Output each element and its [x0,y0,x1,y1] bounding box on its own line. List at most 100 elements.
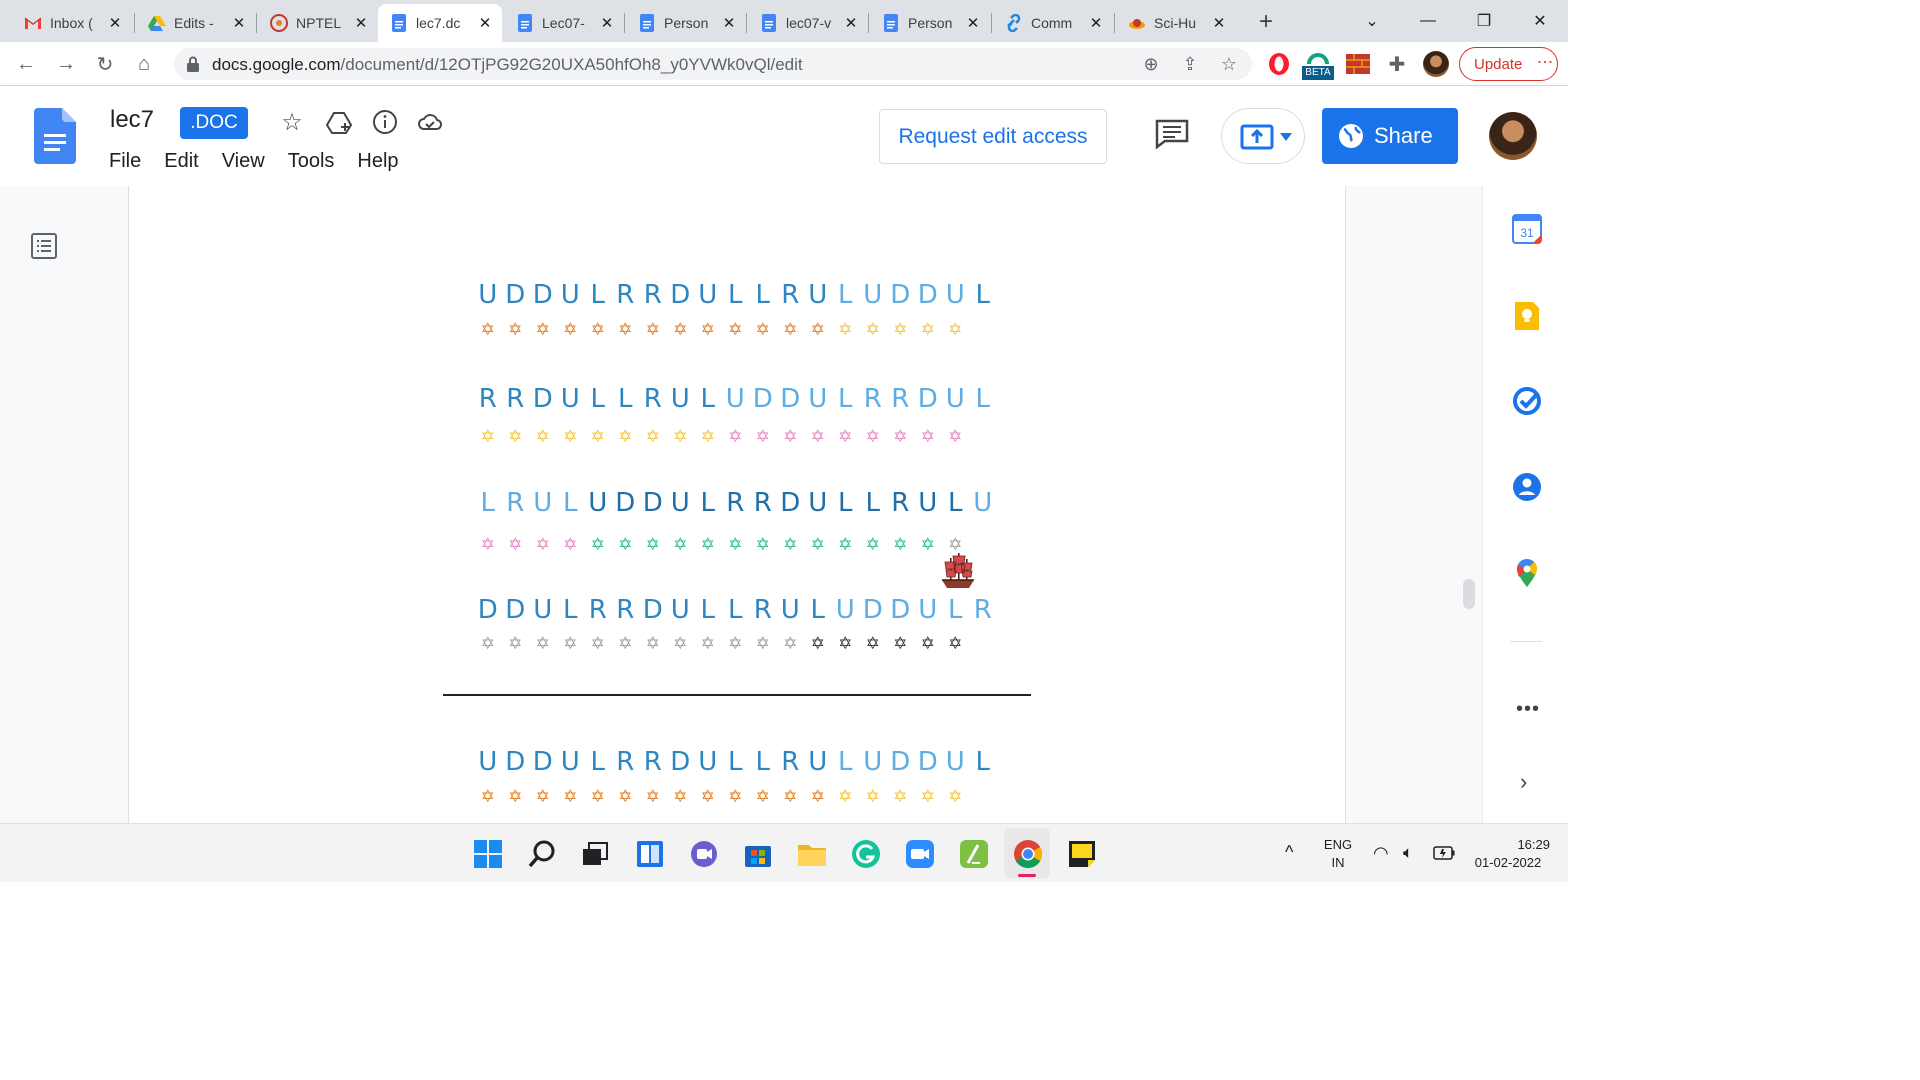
docs-header: lec7 .DOC ☆ File Edit View Tools Help Re… [0,86,1568,186]
brick-extension-icon[interactable] [1346,54,1370,74]
chrome-icon[interactable] [1013,839,1043,869]
opera-icon[interactable] [1267,52,1291,76]
request-edit-access-button[interactable]: Request edit access [879,109,1107,164]
close-tab-icon[interactable]: ✕ [1087,14,1105,32]
calendar-icon[interactable]: 31 [1512,214,1542,244]
document-outline-icon[interactable] [30,232,58,260]
close-tab-icon[interactable]: ✕ [842,14,860,32]
comments-icon[interactable] [1155,119,1189,149]
minimize-icon[interactable]: — [1400,0,1456,42]
present-button[interactable] [1221,108,1305,164]
volume-icon[interactable]: 🔈︎ [1403,843,1413,863]
browser-tab[interactable]: lec07-v ✕ [748,4,868,42]
move-to-drive-icon[interactable] [325,108,353,136]
star-of-david-icon: ✡ [783,427,798,447]
chat-icon[interactable] [689,839,719,869]
browser-tab[interactable]: Edits - ✕ [136,4,256,42]
close-tab-icon[interactable]: ✕ [352,14,370,32]
notepad-app-icon[interactable] [959,839,989,869]
close-tab-icon[interactable]: ✕ [230,14,248,32]
star-of-david-icon: ✡ [645,787,660,807]
reload-icon[interactable]: ↻ [89,48,121,80]
browser-tab[interactable]: lec7.dc ✕ [378,4,502,42]
info-icon[interactable] [371,108,399,136]
bookmark-star-icon[interactable]: ☆ [1218,53,1240,75]
account-avatar[interactable] [1489,112,1537,160]
close-tab-icon[interactable]: ✕ [106,14,124,32]
menu-tools[interactable]: Tools [288,150,335,173]
direction-letter: U [780,595,800,625]
language-indicator[interactable]: ENG IN [1318,836,1358,872]
file-explorer-icon[interactable] [797,839,827,869]
show-hidden-icons-chevron-icon[interactable]: ^ [1285,842,1293,863]
browser-tab[interactable]: NPTEL ✕ [258,4,378,42]
direction-letter-row: UDDULRRDULLRULUDDUL [474,747,1004,777]
star-of-david-icon: ✡ [838,427,853,447]
grammarly-icon[interactable] [851,839,881,869]
windows-start-icon[interactable] [473,839,503,869]
search-icon[interactable] [527,839,557,869]
star-of-david-icon: ✡ [700,634,715,654]
forward-icon[interactable]: → [50,48,82,80]
menu-view[interactable]: View [222,150,265,173]
scrollbar-thumb[interactable] [1463,579,1475,609]
task-view-icon[interactable] [580,839,610,869]
close-tab-icon[interactable]: ✕ [964,14,982,32]
cloud-saved-icon[interactable] [416,108,444,136]
document-title[interactable]: lec7 [110,106,154,134]
tab-search-icon[interactable]: ⌄ [1344,0,1400,42]
direction-letter: D [615,488,636,518]
document-workspace: U D D U L R R D U L L R U L U D D U L ✡ ✡ ✡ ✡ ✡ ✡ ✡ ✡ ✡ ✡ ✡ ✡ ✡ ✡ ✡ ✡ ✡ ✡ R R D… [0,186,1482,823]
store-icon[interactable] [743,839,773,869]
restore-icon[interactable]: ❐ [1456,0,1512,42]
docs-logo-icon[interactable] [34,108,76,164]
extensions-puzzle-icon[interactable]: ✚ [1381,48,1413,80]
keep-icon[interactable] [1512,301,1542,331]
extension-beta-icon[interactable]: BETA [1302,48,1334,82]
star-of-david-icon: ✡ [728,320,743,340]
browser-tab[interactable]: Inbox (✕ [12,4,132,42]
menu-file[interactable]: File [109,150,141,173]
browser-toolbar: ← → ↻ ⌂ docs.google.com/document/d/12OTj… [0,42,1568,86]
direction-letter: D [532,280,553,310]
tasks-icon[interactable] [1512,386,1542,416]
menu-edit[interactable]: Edit [164,150,198,173]
back-icon[interactable]: ← [10,48,42,80]
menu-help[interactable]: Help [357,150,398,173]
star-of-david-icon: ✡ [700,787,715,807]
clock[interactable]: 16:29 01-02-2022 [1466,836,1550,872]
direction-letter: U [863,280,883,310]
sticky-notes-icon[interactable] [1067,839,1097,869]
home-icon[interactable]: ⌂ [128,48,160,80]
star-icon[interactable]: ☆ [278,108,306,136]
zoom-icon[interactable] [905,839,935,869]
share-button[interactable]: Share [1322,108,1458,164]
widgets-icon[interactable] [635,839,665,869]
maps-icon[interactable] [1512,558,1542,588]
expand-panel-chevron-icon[interactable]: › [1520,769,1527,795]
close-tab-icon[interactable]: ✕ [476,14,494,32]
close-tab-icon[interactable]: ✕ [598,14,616,32]
browser-tab[interactable]: Comm ✕ [993,4,1113,42]
close-tab-icon[interactable]: ✕ [1210,14,1228,32]
profile-avatar[interactable] [1423,51,1449,77]
zoom-icon[interactable]: ⊕ [1140,53,1162,75]
browser-tab[interactable]: Person ✕ [626,4,746,42]
contacts-icon[interactable] [1512,472,1542,502]
wifi-icon[interactable]: ◠ [1373,843,1389,864]
close-tab-icon[interactable]: ✕ [720,14,738,32]
close-window-icon[interactable]: ✕ [1512,0,1568,42]
browser-tab[interactable]: Lec07- ✕ [504,4,624,42]
battery-icon[interactable] [1433,846,1455,860]
browser-tab[interactable]: Sci-Hu ✕ [1116,4,1236,42]
star-of-david-icon: ✡ [893,535,908,555]
star-marker-row: ✡ ✡ ✡ ✡ ✡ ✡ ✡ ✡ ✡ ✡ ✡ ✡ ✡ ✡ ✡ ✡ ✡ ✡ [474,535,1004,555]
direction-letter: L [838,280,853,310]
more-options-icon[interactable]: ••• [1516,698,1540,721]
address-bar[interactable]: docs.google.com/document/d/12OTjPG92G20U… [174,48,1252,80]
share-page-icon[interactable]: ⇪ [1179,53,1201,75]
update-button[interactable]: Update ⋮ [1459,47,1558,81]
new-tab-button[interactable]: + [1252,8,1280,36]
browser-tab[interactable]: Person ✕ [870,4,990,42]
direction-letter: L [563,595,578,625]
